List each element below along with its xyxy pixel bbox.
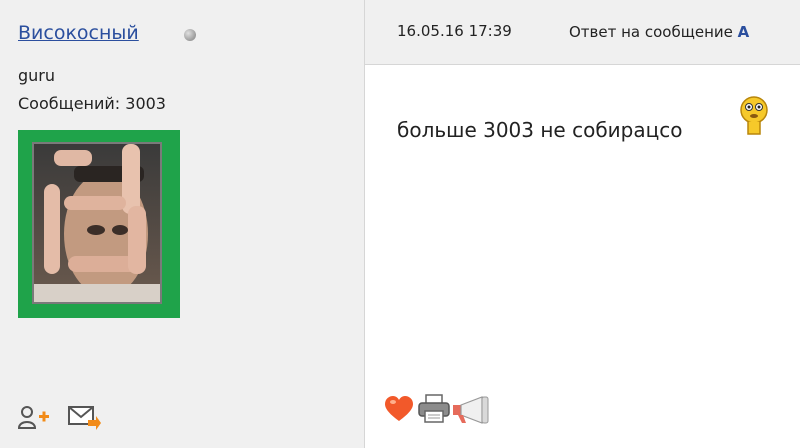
add-friend-icon[interactable] bbox=[17, 404, 50, 434]
author-name-link[interactable]: Високосный bbox=[18, 22, 139, 44]
column-divider bbox=[364, 0, 365, 448]
reply-to-prefix: Ответ на сообщение bbox=[569, 23, 733, 41]
avatar-image bbox=[32, 142, 162, 304]
offline-dot-icon bbox=[184, 29, 196, 41]
author-post-count: Сообщений: 3003 bbox=[18, 94, 166, 113]
heart-icon[interactable] bbox=[384, 396, 414, 426]
send-message-icon[interactable] bbox=[68, 404, 102, 434]
author-panel: Високосный guru Сообщений: 3003 bbox=[0, 0, 364, 448]
thinking-smiley-icon bbox=[738, 96, 770, 140]
reply-to-link[interactable]: А bbox=[738, 23, 750, 41]
reply-to-label: Ответ на сообщение А bbox=[569, 23, 749, 41]
megaphone-icon[interactable] bbox=[452, 396, 490, 428]
author-rank: guru bbox=[18, 66, 56, 85]
post-datetime: 16.05.16 17:39 bbox=[397, 22, 512, 40]
printer-icon[interactable] bbox=[418, 394, 450, 428]
avatar[interactable] bbox=[18, 130, 180, 318]
post-body: больше 3003 не собирацсо bbox=[397, 118, 683, 142]
